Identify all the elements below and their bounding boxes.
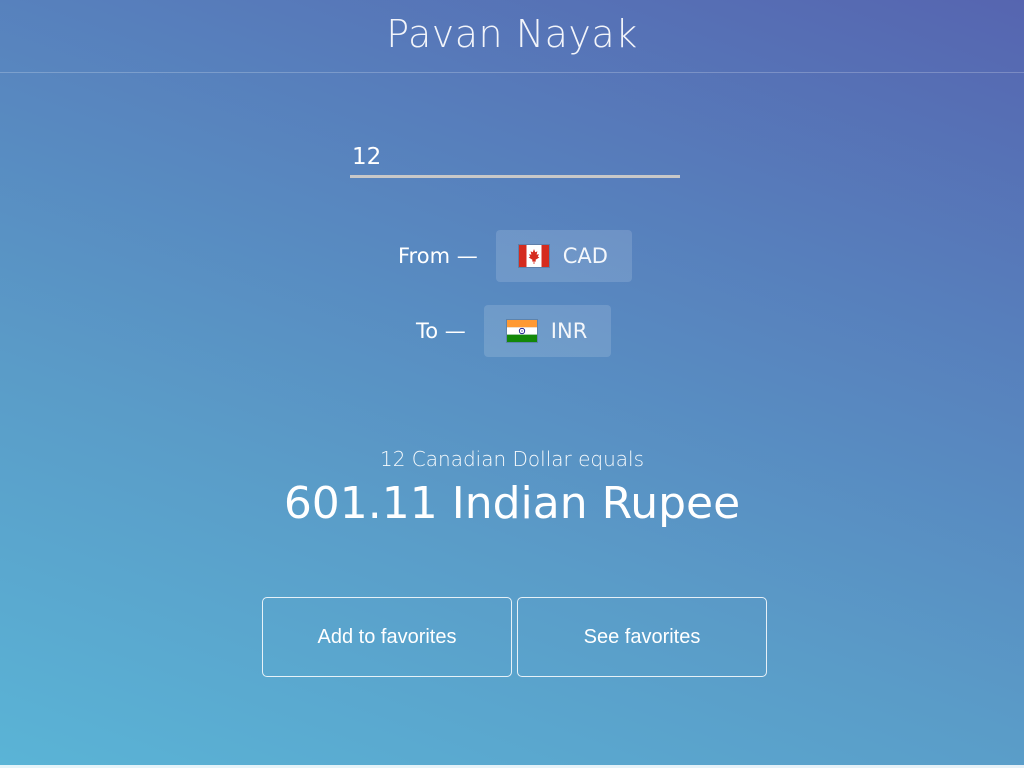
result-subtitle: 12 Canadian Dollar equals	[380, 447, 644, 471]
to-currency-code: INR	[550, 319, 588, 343]
india-flag-icon	[506, 320, 537, 342]
to-label: To —	[416, 319, 466, 343]
to-currency-button[interactable]: INR	[483, 305, 612, 357]
app-title: Pavan Nayak	[386, 12, 638, 56]
from-currency-code: CAD	[562, 244, 608, 268]
from-label: From —	[398, 244, 478, 268]
amount-field-wrapper	[350, 138, 680, 182]
add-to-favorites-button[interactable]: Add to favorites	[262, 597, 512, 677]
amount-input[interactable]	[350, 138, 680, 178]
from-currency-button[interactable]: CAD	[495, 230, 632, 282]
to-currency-row: To — INR	[416, 305, 612, 357]
see-favorites-button[interactable]: See favorites	[517, 597, 767, 677]
app-header: Pavan Nayak	[0, 0, 1024, 73]
result-value: 601.11 Indian Rupee	[283, 478, 741, 529]
canada-flag-icon	[518, 245, 549, 267]
from-currency-row: From — CAD	[398, 230, 632, 282]
